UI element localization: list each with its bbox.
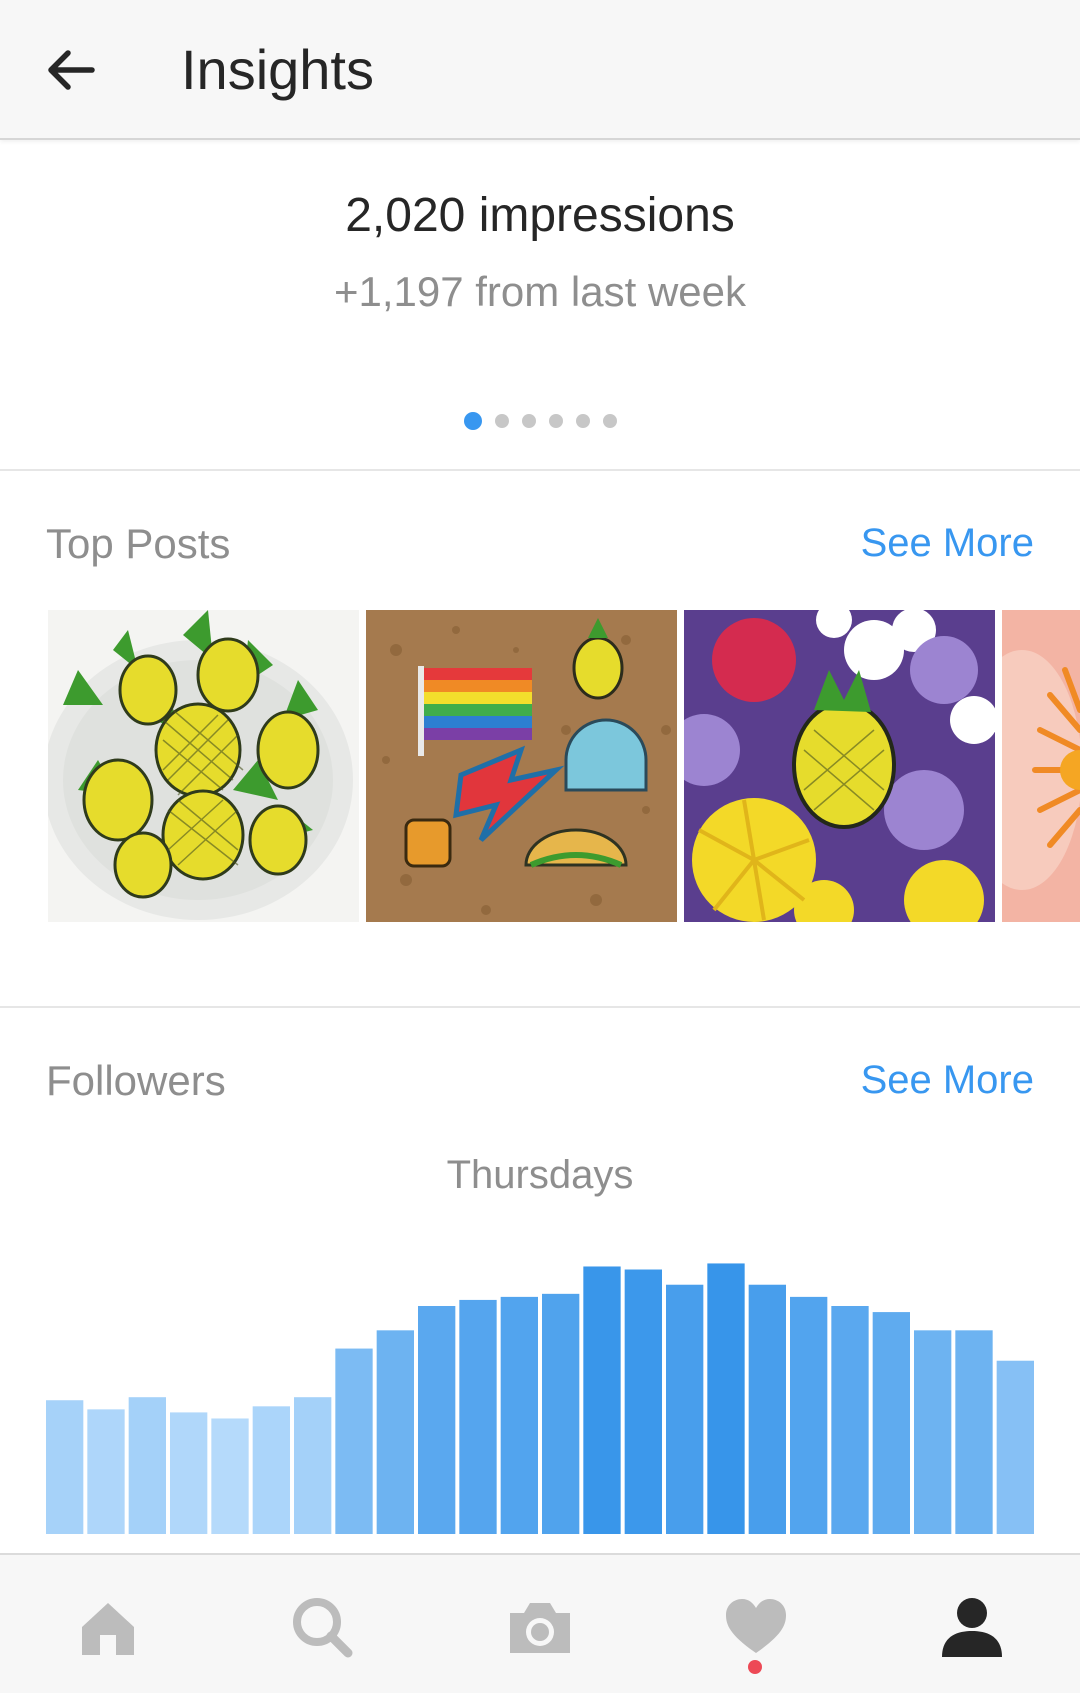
chart-bar	[46, 1400, 84, 1534]
activity-notification-badge	[748, 1660, 762, 1674]
back-arrow-icon	[48, 50, 95, 90]
flower-closeup-image	[1002, 610, 1080, 922]
back-button[interactable]	[40, 38, 104, 102]
chart-bar	[459, 1299, 497, 1534]
bar-chart	[46, 1263, 1034, 1534]
followers-activity-chart[interactable]	[46, 1230, 1034, 1534]
chart-bar	[831, 1306, 869, 1534]
chart-bar	[748, 1284, 786, 1534]
insights-screen: Insights 2,020 impressions +1,197 from l…	[0, 0, 1080, 1693]
chart-bar	[211, 1418, 249, 1534]
chart-bar	[583, 1266, 621, 1534]
top-post-thumbnail[interactable]	[1002, 610, 1080, 922]
nav-home[interactable]	[72, 1591, 144, 1663]
followers-title: Followers	[46, 1057, 226, 1104]
pager-dot[interactable]	[521, 414, 536, 428]
chart-bar	[707, 1263, 745, 1534]
profile-icon	[942, 1598, 1002, 1657]
pineapple-pins-bowl-image	[48, 610, 359, 922]
chart-bar	[955, 1330, 993, 1534]
pager-dot[interactable]	[463, 412, 482, 430]
impressions-count: 2,020 impressions	[345, 189, 735, 242]
chart-bar	[666, 1284, 704, 1534]
section-divider	[0, 469, 1080, 471]
search-icon	[293, 1598, 353, 1658]
followers-see-more-link[interactable]: See More	[861, 1054, 1034, 1106]
carousel-pager	[0, 412, 1080, 430]
chart-bar	[335, 1348, 373, 1534]
chart-bar	[418, 1306, 456, 1534]
chart-bar	[790, 1296, 828, 1534]
camera-icon	[510, 1603, 570, 1653]
chart-bar	[87, 1409, 125, 1534]
impressions-card[interactable]: 2,020 impressions +1,197 from last week	[0, 142, 1080, 470]
nav-activity[interactable]	[720, 1591, 792, 1663]
top-post-thumbnail[interactable]	[366, 610, 677, 922]
chart-bar	[252, 1406, 290, 1534]
impressions-change: +1,197 from last week	[333, 268, 747, 315]
pager-dot[interactable]	[548, 414, 563, 428]
chart-bar	[914, 1330, 952, 1534]
chart-title: Thursdays	[446, 1153, 634, 1197]
section-divider	[0, 1006, 1080, 1008]
app-header: Insights	[0, 0, 1080, 140]
nav-search[interactable]	[286, 1591, 358, 1663]
flowers-pineapple-pin-image	[684, 610, 995, 922]
top-posts-see-more-link[interactable]: See More	[861, 517, 1034, 569]
pager-dot[interactable]	[575, 414, 590, 428]
page-title: Insights	[181, 38, 374, 101]
chart-bar	[872, 1312, 910, 1534]
top-post-thumbnail[interactable]	[684, 610, 995, 922]
chart-bar	[996, 1360, 1034, 1534]
chart-bar	[294, 1397, 332, 1534]
top-post-thumbnail[interactable]	[48, 610, 359, 922]
chart-bar	[376, 1330, 414, 1534]
chart-bar	[500, 1296, 538, 1534]
chart-bar	[170, 1412, 208, 1534]
chart-bar	[128, 1397, 166, 1534]
pager-dot[interactable]	[602, 414, 617, 428]
chart-bar	[542, 1293, 580, 1534]
pager-dot[interactable]	[494, 414, 509, 428]
pins-on-corkboard-image	[366, 610, 677, 922]
nav-profile[interactable]	[936, 1591, 1008, 1663]
nav-camera[interactable]	[504, 1591, 576, 1663]
chart-bar	[624, 1269, 662, 1534]
home-icon	[82, 1603, 134, 1655]
bottom-navigation	[0, 1553, 1080, 1693]
heart-icon	[726, 1599, 786, 1653]
top-posts-title: Top Posts	[46, 520, 231, 567]
